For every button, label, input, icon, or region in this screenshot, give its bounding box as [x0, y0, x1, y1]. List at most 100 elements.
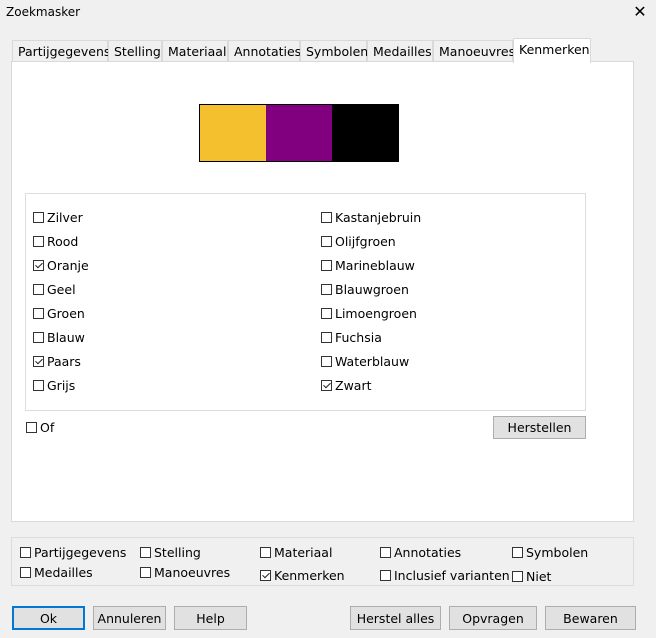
checkbox-label: Zilver [47, 210, 83, 225]
filter-materiaal[interactable]: Materiaal [260, 545, 332, 560]
checkbox-box[interactable] [512, 547, 523, 558]
color-swatch-2 [266, 105, 333, 161]
checkbox-box[interactable] [321, 284, 332, 295]
checkbox-box[interactable] [321, 356, 332, 367]
checkbox-groen[interactable]: Groen [33, 306, 85, 321]
color-swatch-3 [332, 105, 399, 161]
checkbox-zilver[interactable]: Zilver [33, 210, 83, 225]
checkbox-blauwgroen[interactable]: Blauwgroen [321, 282, 409, 297]
checkbox-box[interactable] [33, 308, 44, 319]
checkbox-box[interactable] [321, 308, 332, 319]
checkbox-box[interactable] [33, 356, 44, 367]
checkbox-label: Grijs [47, 378, 76, 393]
tab-stelling[interactable]: Stelling [108, 40, 162, 61]
checkbox-box[interactable] [321, 236, 332, 247]
checkbox-waterblauw[interactable]: Waterblauw [321, 354, 409, 369]
filter-manoeuvres[interactable]: Manoeuvres [140, 565, 230, 580]
checkbox-label: Blauw [47, 330, 85, 345]
tab-medailles[interactable]: Medailles [367, 40, 433, 61]
checkbox-label: Zwart [335, 378, 372, 393]
filter-stelling[interactable]: Stelling [140, 545, 201, 560]
checkbox-box[interactable] [140, 547, 151, 558]
checkbox-box[interactable] [33, 236, 44, 247]
checkbox-label: Materiaal [274, 545, 333, 560]
checkbox-oranje[interactable]: Oranje [33, 258, 89, 273]
checkbox-geel[interactable]: Geel [33, 282, 76, 297]
checkbox-box[interactable] [33, 260, 44, 271]
checkbox-box[interactable] [321, 380, 332, 391]
tab-annotaties[interactable]: Annotaties [228, 40, 301, 61]
checkbox-box[interactable] [321, 332, 332, 343]
checkbox-label: Partijgegevens [34, 545, 127, 560]
checkbox-marineblauw[interactable]: Marineblauw [321, 258, 415, 273]
reset-button[interactable]: Herstellen [493, 416, 586, 439]
checkbox-label: Olijfgroen [335, 234, 396, 249]
checkbox-limoengroen[interactable]: Limoengroen [321, 306, 417, 321]
color-swatch-1 [200, 105, 267, 161]
tab-partijgegevens[interactable]: Partijgegevens [12, 40, 110, 61]
checkbox-label: Inclusief varianten [394, 568, 510, 583]
checkbox-label: Niet [526, 569, 552, 584]
checkbox-of[interactable]: Of [26, 420, 54, 435]
checkbox-label: Kenmerken [274, 568, 345, 583]
checkbox-box[interactable] [33, 212, 44, 223]
checkbox-blauw[interactable]: Blauw [33, 330, 85, 345]
tab-symbolen[interactable]: Symbolen [300, 40, 368, 61]
checkbox-box[interactable] [260, 547, 271, 558]
checkbox-label: Waterblauw [335, 354, 410, 369]
checkbox-fuchsia[interactable]: Fuchsia [321, 330, 382, 345]
window-title: Zoekmasker [6, 5, 81, 19]
checkbox-label: Symbolen [526, 545, 589, 560]
close-icon[interactable]: ✕ [630, 2, 650, 22]
checkbox-box[interactable] [20, 547, 31, 558]
checkbox-label: Annotaties [394, 545, 462, 560]
checkbox-label: Stelling [154, 545, 201, 560]
checkbox-label: Of [40, 420, 55, 435]
checkbox-label: Blauwgroen [335, 282, 409, 297]
checkbox-box[interactable] [26, 422, 37, 433]
checkbox-label: Fuchsia [335, 330, 382, 345]
query-button[interactable]: Opvragen [449, 606, 537, 630]
checkbox-zwart[interactable]: Zwart [321, 378, 372, 393]
checkbox-label: Limoengroen [335, 306, 417, 321]
checkbox-box[interactable] [33, 332, 44, 343]
checkbox-kastanjebruin[interactable]: Kastanjebruin [321, 210, 421, 225]
checkbox-box[interactable] [321, 260, 332, 271]
tab-materiaal[interactable]: Materiaal [162, 40, 228, 61]
help-button[interactable]: Help [174, 606, 247, 630]
checkbox-box[interactable] [140, 567, 151, 578]
checkbox-grijs[interactable]: Grijs [33, 378, 75, 393]
filter-niet[interactable]: Niet [512, 569, 551, 584]
checkbox-box[interactable] [512, 571, 523, 582]
checkbox-box[interactable] [321, 212, 332, 223]
cancel-button[interactable]: Annuleren [93, 606, 166, 630]
tab-kenmerken[interactable]: Kenmerken [513, 38, 591, 63]
checkbox-label: Paars [47, 354, 81, 369]
checkbox-rood[interactable]: Rood [33, 234, 78, 249]
checkbox-box[interactable] [380, 547, 391, 558]
checkbox-label: Oranje [47, 258, 89, 273]
checkbox-box[interactable] [33, 380, 44, 391]
ok-button[interactable]: Ok [12, 606, 85, 630]
checkbox-paars[interactable]: Paars [33, 354, 81, 369]
checkbox-label: Rood [47, 234, 79, 249]
filter-symbolen[interactable]: Symbolen [512, 545, 588, 560]
checkbox-box[interactable] [380, 570, 391, 581]
filter-kenmerken[interactable]: Kenmerken [260, 568, 345, 583]
checkbox-olijfgroen[interactable]: Olijfgroen [321, 234, 396, 249]
filter-annotaties[interactable]: Annotaties [380, 545, 461, 560]
checkbox-box[interactable] [260, 570, 271, 581]
filter-medailles[interactable]: Medailles [20, 565, 93, 580]
checkbox-box[interactable] [20, 567, 31, 578]
color-checkbox-group [25, 193, 586, 411]
checkbox-label: Geel [47, 282, 76, 297]
filter-inclusief-varianten[interactable]: Inclusief varianten [380, 568, 510, 583]
checkbox-label: Groen [47, 306, 85, 321]
save-button[interactable]: Bewaren [545, 606, 636, 630]
reset-all-button[interactable]: Herstel alles [350, 606, 441, 630]
filter-partijgegevens[interactable]: Partijgegevens [20, 545, 126, 560]
checkbox-label: Medailles [34, 565, 93, 580]
checkbox-label: Manoeuvres [154, 565, 231, 580]
tab-manoeuvres[interactable]: Manoeuvres [433, 40, 515, 61]
checkbox-box[interactable] [33, 284, 44, 295]
